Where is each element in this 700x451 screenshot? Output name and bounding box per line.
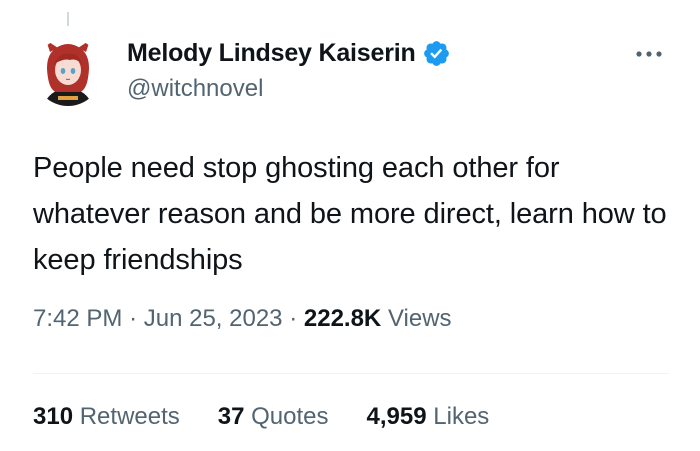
- views-count: 222.8K: [303, 305, 382, 332]
- retweets-count: 310: [33, 403, 74, 430]
- likes-count: 4,959: [366, 403, 427, 430]
- views-label: Views: [387, 305, 452, 332]
- tweet-meta: 7:42 PM · Jun 25, 2023 · 222.8K Views: [33, 305, 452, 333]
- meta-separator: ·: [289, 305, 298, 332]
- avatar[interactable]: [34, 38, 102, 106]
- tweet-time[interactable]: 7:42 PM: [33, 305, 122, 332]
- divider: [33, 373, 669, 374]
- retweets-label: Retweets: [79, 403, 180, 430]
- likes-stat[interactable]: 4,959 Likes: [367, 403, 490, 431]
- retweets-stat[interactable]: 310 Retweets: [33, 403, 180, 431]
- user-info: Melody Lindsey Kaiserin @witchnovel: [127, 36, 451, 103]
- thread-line: [67, 12, 69, 26]
- display-name[interactable]: Melody Lindsey Kaiserin: [127, 39, 416, 68]
- tweet-stats: 310 Retweets 37 Quotes 4,959 Likes: [33, 403, 527, 431]
- quotes-stat[interactable]: 37 Quotes: [218, 403, 329, 431]
- user-handle[interactable]: @witchnovel: [127, 75, 451, 103]
- more-options-icon[interactable]: [634, 47, 664, 59]
- likes-label: Likes: [433, 403, 490, 430]
- avatar-image: [34, 38, 102, 106]
- quotes-count: 37: [217, 403, 245, 430]
- quotes-label: Quotes: [251, 403, 329, 430]
- tweet-text: People need stop ghosting each other for…: [33, 152, 667, 276]
- verified-badge-icon: [422, 39, 451, 68]
- meta-separator: ·: [129, 305, 138, 332]
- tweet-date[interactable]: Jun 25, 2023: [144, 305, 283, 332]
- name-row: Melody Lindsey Kaiserin: [127, 36, 451, 70]
- tweet-card: Melody Lindsey Kaiserin @witchnovel Peop…: [0, 0, 700, 451]
